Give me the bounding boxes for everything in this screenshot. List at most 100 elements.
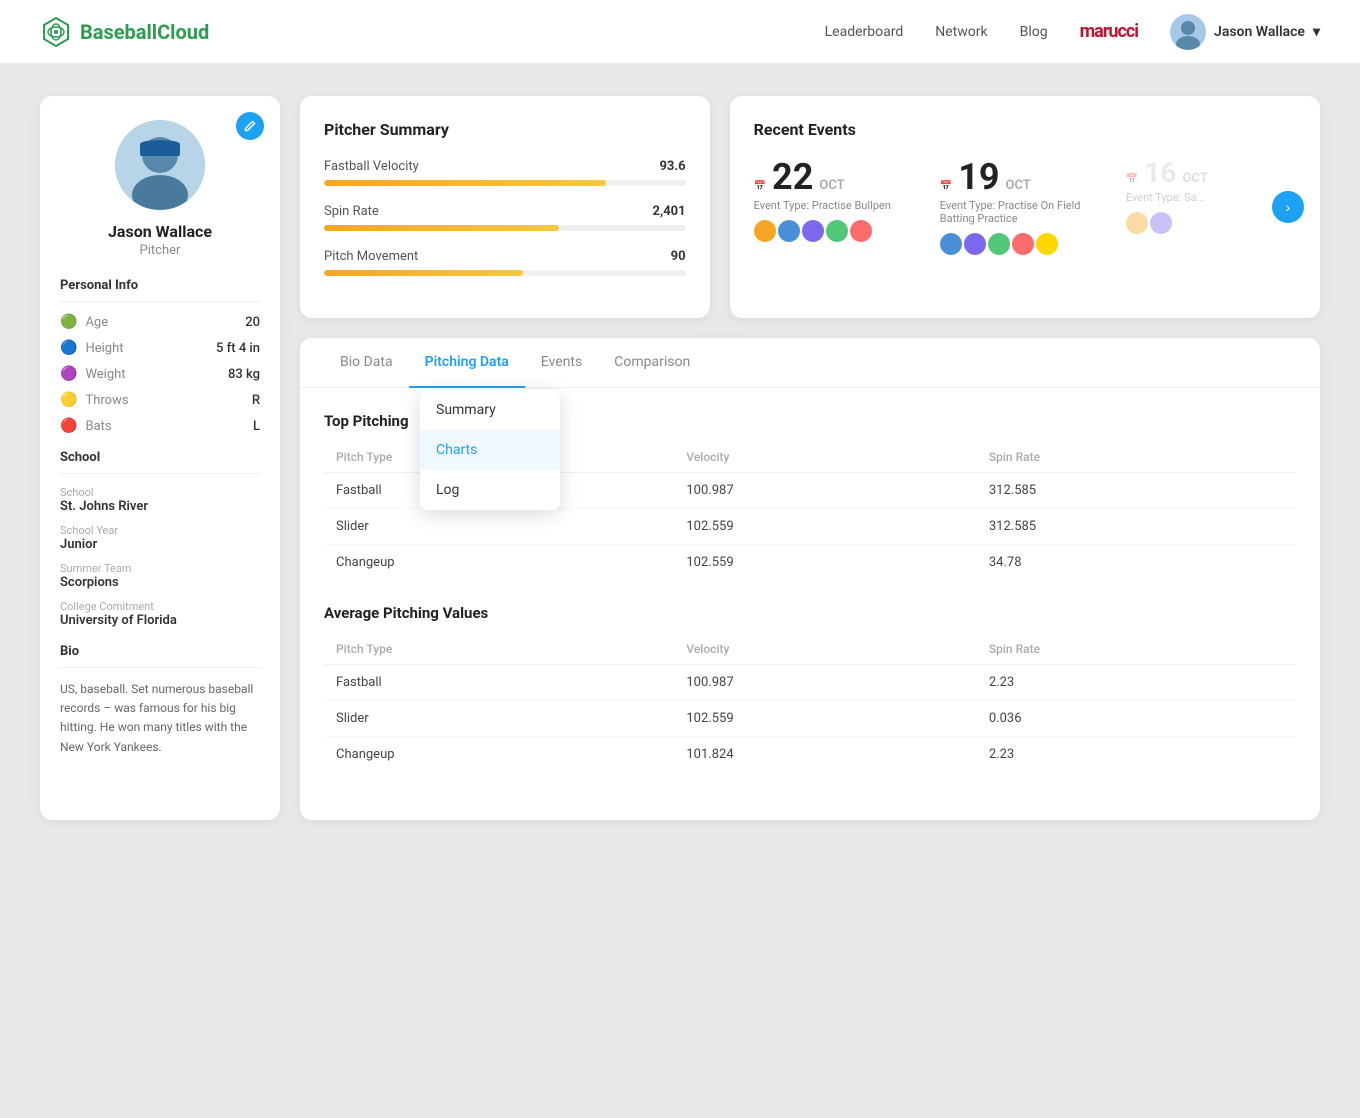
height-icon: 🔵 [60, 340, 77, 356]
avg-pitching-col-spinrate: Spin Rate [977, 634, 1296, 665]
top-slider-spinrate: 312.585 [977, 509, 1296, 545]
pitching-data-dropdown[interactable]: Summary Charts Log [420, 390, 560, 510]
top-pitching-col-spinrate: Spin Rate [977, 442, 1296, 473]
top-changeup-velocity: 102.559 [674, 545, 976, 581]
events-next-button[interactable]: › [1272, 191, 1304, 223]
event-avatar [1126, 212, 1148, 234]
bio-section: Bio US, baseball. Set numerous baseball … [60, 644, 260, 757]
weight-icon: 🟣 [60, 366, 77, 382]
event-avatars-1 [754, 220, 924, 242]
brand-icon [40, 16, 72, 48]
event-avatar [1036, 233, 1058, 255]
event-avatar [964, 233, 986, 255]
nav-user-name: Jason Wallace [1214, 24, 1305, 40]
college-value: University of Florida [60, 613, 260, 628]
avg-fastball-type: Fastball [324, 665, 674, 701]
event-month-3: OCT [1182, 171, 1207, 186]
recent-events-title: Recent Events [754, 120, 1296, 139]
navbar: BaseballCloud Leaderboard Network Blog m… [0, 0, 1360, 64]
stat-pitchmovement-value: 90 [671, 249, 686, 264]
recent-events-card: Recent Events 📅 22 OCT Event Type: Pract… [730, 96, 1320, 318]
nav-network[interactable]: Network [935, 24, 987, 40]
nav-sponsor: marucci [1080, 21, 1138, 42]
nav-user-menu[interactable]: Jason Wallace ▾ [1170, 14, 1320, 50]
table-row: Changeup 101.824 2.23 [324, 737, 1296, 773]
summer-team-label: Summer Team [60, 562, 260, 575]
stat-spinrate-bar-bg [324, 225, 686, 231]
info-row-bats: 🔴 Bats L [60, 418, 260, 434]
summer-team-value: Scorpions [60, 575, 260, 590]
top-pitching-col-velocity: Velocity [674, 442, 976, 473]
profile-avatar-wrap [60, 120, 260, 210]
top-changeup-type: Changeup [324, 545, 674, 581]
event-avatar [1150, 212, 1172, 234]
event-day-1: 22 [772, 159, 813, 195]
tab-comparison[interactable]: Comparison [598, 338, 706, 388]
stat-spinrate-label: Spin Rate [324, 204, 379, 219]
right-content: Pitcher Summary Fastball Velocity 93.6 S… [300, 96, 1320, 820]
height-value: 5 ft 4 in [216, 341, 260, 356]
table-row: Slider 102.559 0.036 [324, 701, 1296, 737]
tab-events[interactable]: Events [525, 338, 598, 388]
throws-icon: 🟡 [60, 392, 77, 408]
school-year-field: School Year Junior [60, 524, 260, 552]
school-year-value: Junior [60, 537, 260, 552]
avg-slider-spinrate: 0.036 [977, 701, 1296, 737]
event-day-2: 19 [958, 159, 999, 195]
avg-changeup-velocity: 101.824 [674, 737, 976, 773]
event-avatar [754, 220, 776, 242]
school-year-label: School Year [60, 524, 260, 537]
stat-fastball-label: Fastball Velocity [324, 159, 419, 174]
event-type-2: Event Type: Practise On Field Batting Pr… [940, 199, 1110, 225]
bats-value: L [253, 419, 260, 434]
avg-slider-type: Slider [324, 701, 674, 737]
event-month-2: OCT [1006, 178, 1031, 193]
top-slider-type: Slider [324, 509, 674, 545]
event-item-2: 📅 19 OCT Event Type: Practise On Field B… [940, 159, 1110, 255]
personal-info-title: Personal Info [60, 278, 260, 302]
stat-pitchmovement-label: Pitch Movement [324, 249, 418, 264]
personal-info-list: 🟢 Age 20 🔵 Height 5 ft 4 in 🟣 Weight 83 … [60, 314, 260, 434]
tab-bio-data[interactable]: Bio Data [324, 338, 409, 388]
throws-value: R [252, 393, 260, 408]
stat-row-spinrate: Spin Rate 2,401 [324, 204, 686, 231]
age-icon: 🟢 [60, 314, 77, 330]
avg-pitching-title: Average Pitching Values [324, 604, 1296, 622]
height-label: Height [85, 341, 123, 356]
throws-label: Throws [85, 393, 128, 408]
top-slider-velocity: 102.559 [674, 509, 976, 545]
stat-fastball-bar-fill [324, 180, 606, 186]
avg-fastball-velocity: 100.987 [674, 665, 976, 701]
age-label: Age [85, 315, 108, 330]
profile-edit-button[interactable] [236, 112, 264, 140]
dropdown-summary[interactable]: Summary [420, 390, 560, 430]
weight-value: 83 kg [228, 367, 260, 382]
dropdown-charts[interactable]: Charts [420, 430, 560, 470]
event-item-1: 📅 22 OCT Event Type: Practise Bullpen [754, 159, 924, 242]
nav-user-avatar [1170, 14, 1206, 50]
dropdown-log[interactable]: Log [420, 470, 560, 510]
event-avatar [778, 220, 800, 242]
table-row: Fastball 100.987 2.23 [324, 665, 1296, 701]
main-content: Jason Wallace Pitcher Personal Info 🟢 Ag… [0, 64, 1360, 852]
bats-icon: 🔴 [60, 418, 77, 434]
weight-label: Weight [85, 367, 125, 382]
profile-card: Jason Wallace Pitcher Personal Info 🟢 Ag… [40, 96, 280, 820]
pitcher-summary-title: Pitcher Summary [324, 120, 686, 139]
cal-icon-2: 📅 [940, 181, 952, 192]
cal-icon-1: 📅 [754, 181, 766, 192]
top-fastball-spinrate: 312.585 [977, 473, 1296, 509]
tab-pitching-data[interactable]: Pitching Data [409, 338, 525, 388]
nav-blog[interactable]: Blog [1020, 24, 1048, 40]
events-row: 📅 22 OCT Event Type: Practise Bullpen [754, 159, 1296, 255]
event-avatar [850, 220, 872, 242]
event-avatars-3 [1126, 212, 1296, 234]
stat-pitchmovement-bar-fill [324, 270, 523, 276]
brand-logo[interactable]: BaseballCloud [40, 16, 209, 48]
top-fastball-velocity: 100.987 [674, 473, 976, 509]
avg-changeup-spinrate: 2.23 [977, 737, 1296, 773]
event-item-3: 📅 16 OCT Event Type: Sa... [1126, 159, 1296, 234]
nav-links: Leaderboard Network Blog marucci Jason W… [825, 14, 1320, 50]
nav-leaderboard[interactable]: Leaderboard [825, 24, 904, 40]
event-month-1: OCT [819, 178, 844, 193]
